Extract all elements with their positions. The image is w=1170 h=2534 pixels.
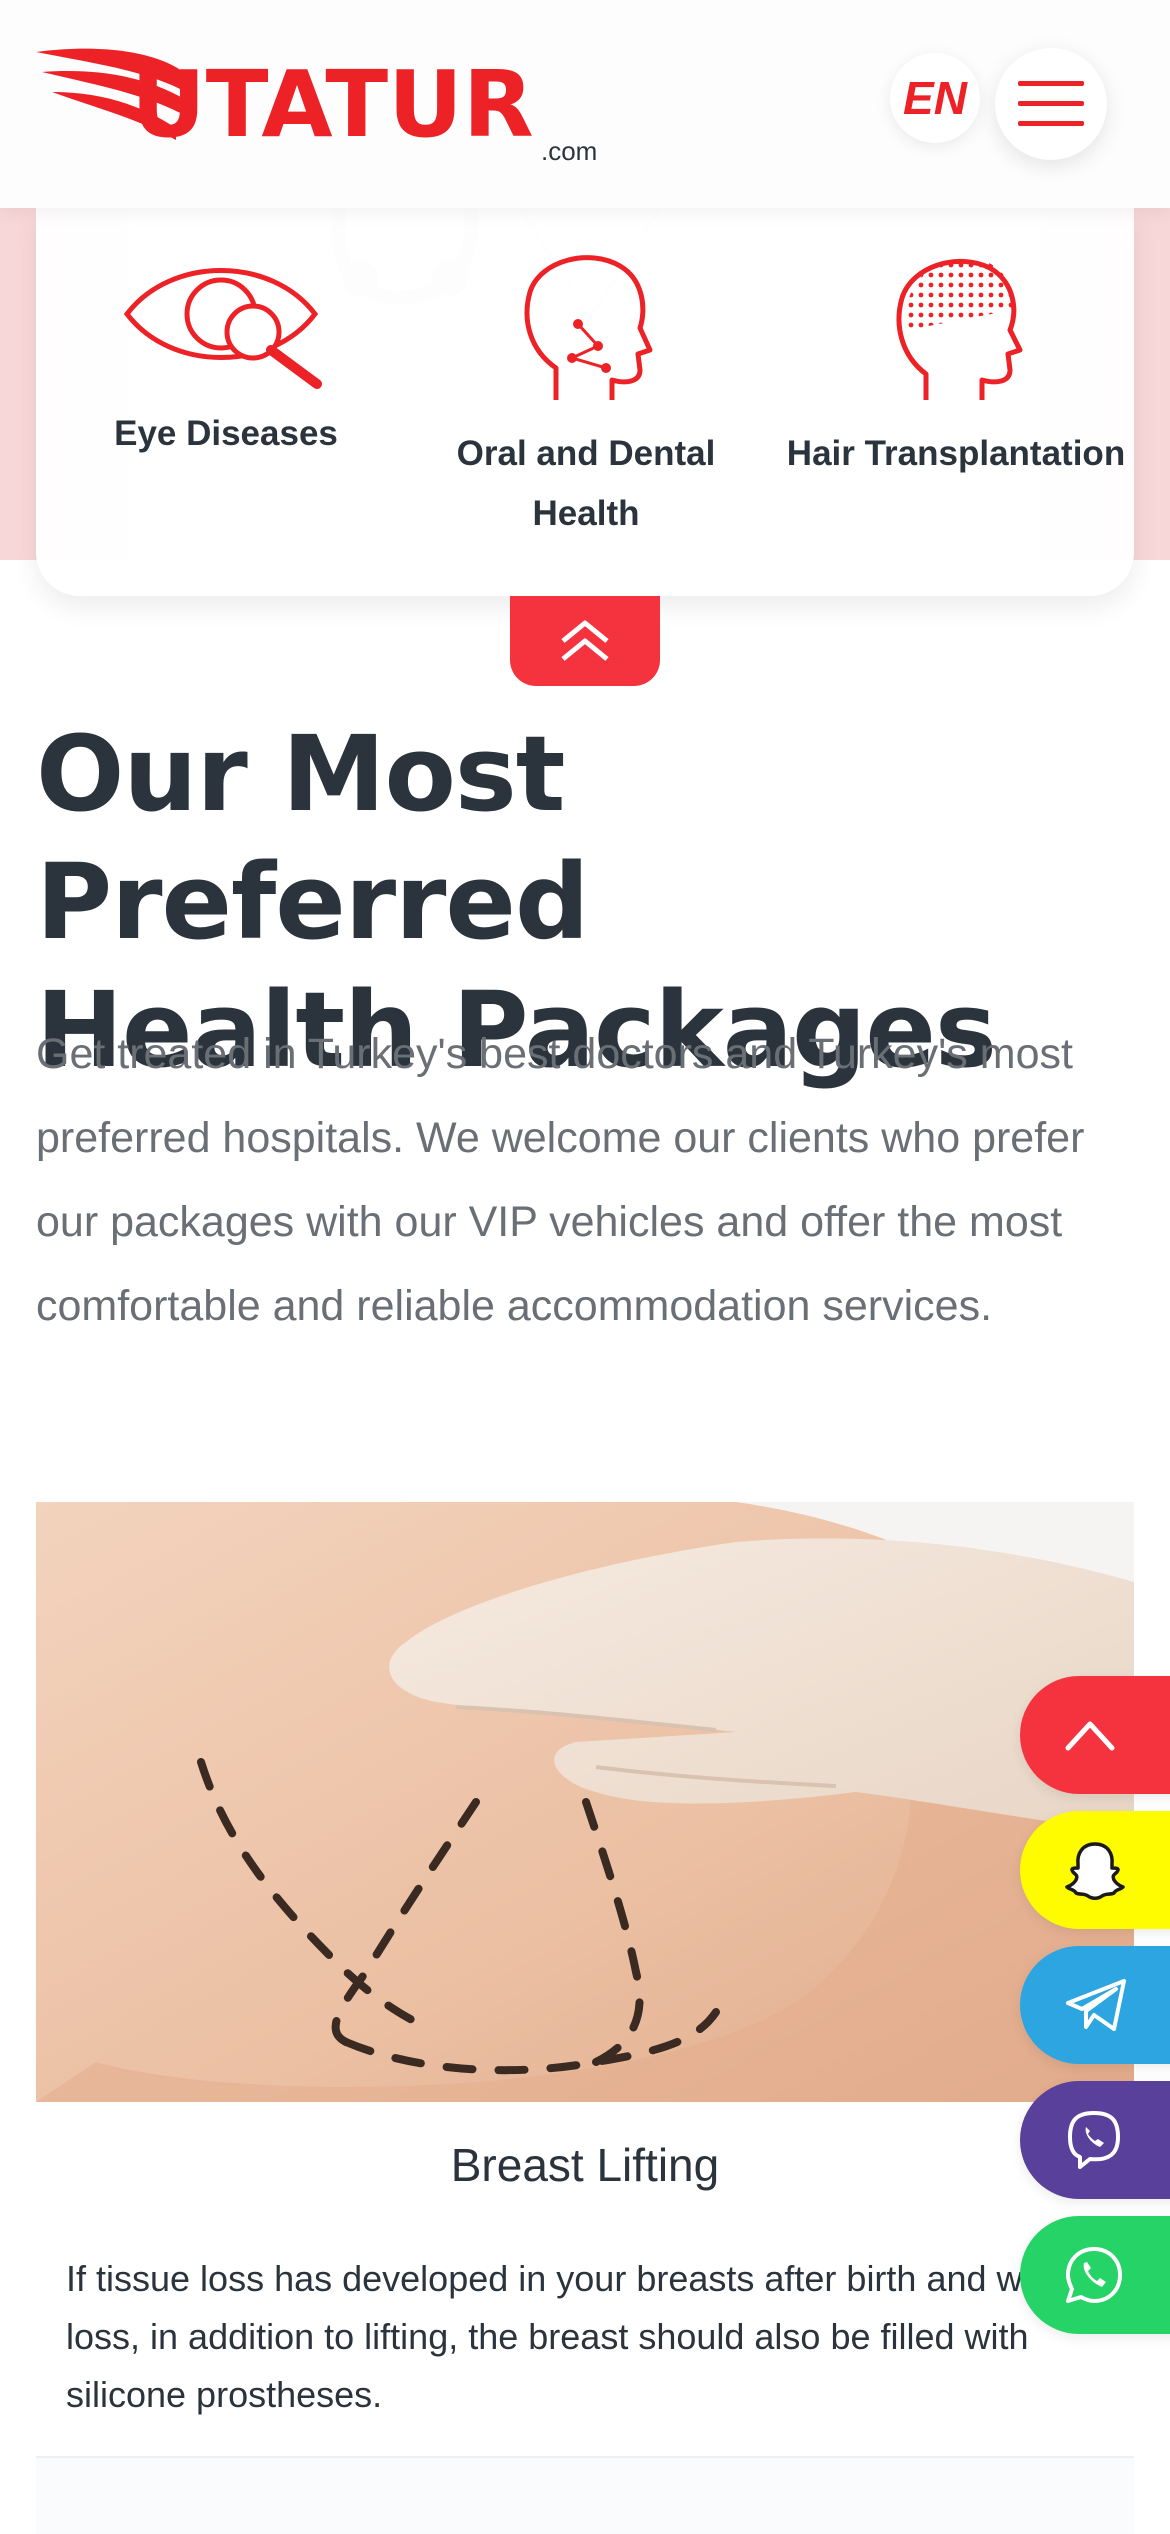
language-switch[interactable]: EN	[890, 53, 980, 143]
snapchat-icon	[1065, 1842, 1125, 1900]
category-label-line1: Oral and Dental	[456, 434, 716, 473]
next-package-card[interactable]	[36, 2456, 1134, 2534]
svg-text:.com: .com	[541, 136, 597, 164]
package-description: If tissue loss has developed in your bre…	[66, 2258, 1101, 2415]
face-dental-icon	[524, 255, 653, 400]
whatsapp-button[interactable]	[1020, 2216, 1170, 2334]
package-card[interactable]: Breast Lifting If tissue loss has develo…	[36, 1502, 1134, 2452]
breast-lifting-photo	[36, 1502, 1134, 2102]
telegram-icon	[1066, 1979, 1126, 2031]
telegram-button[interactable]	[1020, 1946, 1170, 2064]
collapse-categories-button[interactable]	[510, 596, 660, 686]
category-label: Hair Transplantation	[786, 434, 1126, 473]
double-chevron-up-icon	[561, 620, 609, 661]
eye-magnifier-icon	[123, 268, 322, 389]
viber-icon	[1068, 2111, 1120, 2169]
treatment-categories-card: Eye Diseases Oral and Dental Health Hair…	[36, 208, 1134, 596]
section-description: Get treated in Turkey's best doctors and…	[36, 1030, 1085, 1330]
scroll-top-button[interactable]	[1020, 1676, 1170, 1794]
category-label-line2: Health	[532, 494, 640, 533]
whatsapp-icon	[1066, 2247, 1122, 2303]
head-hair-icon	[896, 258, 1023, 400]
svg-text:UTATUR: UTATUR	[131, 51, 534, 158]
category-oral-dental-health[interactable]: Oral and Dental Health	[436, 250, 736, 544]
site-header: UTATUR .com EN	[0, 0, 1170, 208]
viber-button[interactable]	[1020, 2081, 1170, 2199]
chevron-up-icon	[1065, 1721, 1115, 1751]
category-eye-diseases[interactable]: Eye Diseases	[76, 250, 376, 464]
utatur-logo[interactable]: UTATUR .com	[36, 44, 626, 164]
hamburger-menu-icon	[1018, 81, 1084, 126]
category-label: Eye Diseases	[114, 414, 338, 453]
package-image	[36, 1502, 1134, 2102]
package-title[interactable]: Breast Lifting	[36, 2138, 1134, 2192]
menu-button[interactable]	[995, 48, 1107, 160]
snapchat-button[interactable]	[1020, 1811, 1170, 1929]
logo-graphic: UTATUR .com	[36, 48, 597, 164]
section-title-line1: Our Most Preferred	[36, 713, 589, 963]
category-hair-transplantation[interactable]: Hair Transplantation	[776, 250, 1136, 484]
